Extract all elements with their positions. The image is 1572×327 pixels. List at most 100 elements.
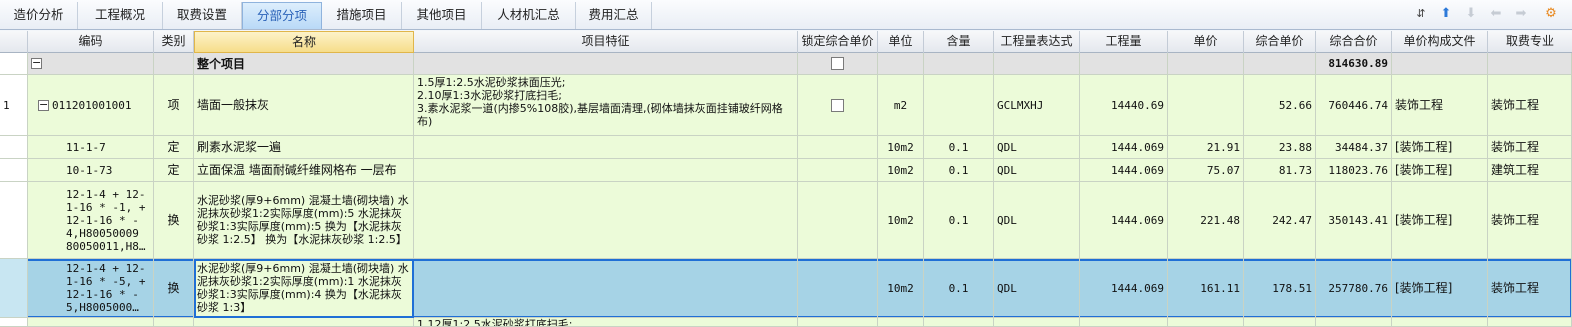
name-cell[interactable]: 刷素水泥浆一遍 — [194, 136, 414, 159]
arrow-down-icon[interactable]: ⬇ — [1462, 5, 1480, 23]
fee-category-cell[interactable]: 装饰工程 — [1488, 136, 1572, 159]
code-cell[interactable]: 10-1-73 — [28, 159, 154, 182]
expression-cell[interactable] — [994, 318, 1080, 327]
tab-other-items[interactable]: 其他项目 — [402, 2, 482, 29]
name-cell[interactable] — [194, 318, 414, 327]
expression-cell[interactable]: QDL — [994, 259, 1080, 318]
feature-cell[interactable]: 1.12厚1:2.5水泥砂浆打底扫毛; — [414, 318, 798, 327]
ratio-cell[interactable] — [924, 318, 994, 327]
arrow-up-icon[interactable]: ⬆ — [1437, 5, 1455, 23]
col-header-unit[interactable]: 单位 — [878, 31, 924, 53]
arrow-right-icon[interactable]: ➡ — [1512, 5, 1530, 23]
table-row[interactable]: 11-1-7 定 刷素水泥浆一遍 10m2 0.1 QDL 1444.069 2… — [0, 136, 1572, 159]
price-file-cell[interactable]: [装饰工程] — [1392, 182, 1488, 259]
fee-category-cell[interactable]: 装饰工程 — [1488, 259, 1572, 318]
fee-category-cell[interactable]: 建筑工程 — [1488, 159, 1572, 182]
col-header-ratio[interactable]: 含量 — [924, 31, 994, 53]
unit-cell[interactable]: 10m2 — [878, 136, 924, 159]
feature-cell[interactable] — [414, 259, 798, 318]
expression-cell[interactable]: QDL — [994, 159, 1080, 182]
col-header-fee-category[interactable]: 取费专业 — [1488, 31, 1572, 53]
col-header-total[interactable]: 综合合价 — [1316, 31, 1392, 53]
table-row-selected[interactable]: 12-1-4 + 12-1-16 * -5, + 12-1-16 * -5,H8… — [0, 259, 1572, 318]
col-header-name[interactable]: 名称 — [194, 31, 414, 53]
fee-category-cell[interactable]: 装饰工程 — [1488, 182, 1572, 259]
price-cell[interactable]: 75.07 — [1168, 159, 1244, 182]
quantity-cell[interactable]: 1444.069 — [1080, 136, 1168, 159]
feature-cell[interactable]: 1.5厚1:2.5水泥砂浆抹面压光; 2.10厚1:3水泥砂浆打底扫毛; 3.素… — [414, 75, 798, 136]
settings-gear-icon[interactable]: ⚙ — [1542, 5, 1560, 23]
col-header-quantity[interactable]: 工程量 — [1080, 31, 1168, 53]
name-cell[interactable]: 立面保温 墙面耐碱纤维网格布 一层布 — [194, 159, 414, 182]
col-header-unit-price[interactable]: 综合单价 — [1244, 31, 1316, 53]
expression-cell[interactable]: QDL — [994, 182, 1080, 259]
feature-cell[interactable] — [414, 182, 798, 259]
price-cell[interactable]: 221.48 — [1168, 182, 1244, 259]
table-row[interactable]: 12-1-4 + 12-1-16 * -1, + 12-1-16 * -4,H8… — [0, 182, 1572, 259]
arrow-left-icon[interactable]: ⬅ — [1487, 5, 1505, 23]
col-header-expression[interactable]: 工程量表达式 — [994, 31, 1080, 53]
sort-icon[interactable]: ⇵ — [1412, 5, 1430, 23]
fee-category-cell[interactable]: 装饰工程 — [1488, 75, 1572, 136]
lock-price-checkbox[interactable] — [831, 57, 844, 70]
tab-project-overview[interactable]: 工程概况 — [78, 2, 163, 29]
code-cell[interactable]: 12-1-4 + 12-1-16 * -5, + 12-1-16 * -5,H8… — [28, 259, 154, 318]
tab-fee-summary[interactable]: 费用汇总 — [576, 2, 652, 29]
unit-price-cell[interactable]: 81.73 — [1244, 159, 1316, 182]
price-cell[interactable] — [1168, 318, 1244, 327]
collapse-toggle-icon[interactable]: − — [38, 99, 49, 111]
col-header-price-file[interactable]: 单价构成文件 — [1392, 31, 1488, 53]
quantity-cell[interactable]: 14440.69 — [1080, 75, 1168, 136]
price-file-cell[interactable]: 装饰工程 — [1392, 75, 1488, 136]
tab-labor-material-summary[interactable]: 人材机汇总 — [482, 2, 576, 29]
name-cell[interactable]: 水泥砂浆(厚9+6mm) 混凝土墙(砌块墙) 水泥抹灰砂浆1:2实际厚度(mm)… — [194, 182, 414, 259]
price-cell[interactable]: 21.91 — [1168, 136, 1244, 159]
unit-cell[interactable] — [878, 318, 924, 327]
col-header-feature[interactable]: 项目特征 — [414, 31, 798, 53]
unit-price-cell[interactable]: 178.51 — [1244, 259, 1316, 318]
expression-cell[interactable]: QDL — [994, 136, 1080, 159]
price-cell[interactable] — [1168, 75, 1244, 136]
table-row[interactable]: 1.12厚1:2.5水泥砂浆打底扫毛; — [0, 318, 1572, 327]
unit-cell[interactable]: 10m2 — [878, 259, 924, 318]
unit-cell[interactable]: 10m2 — [878, 159, 924, 182]
tab-measures[interactable]: 措施项目 — [322, 2, 402, 29]
price-file-cell[interactable]: [装饰工程] — [1392, 259, 1488, 318]
price-cell[interactable]: 161.11 — [1168, 259, 1244, 318]
unit-cell[interactable]: m2 — [878, 75, 924, 136]
col-header-lock-price[interactable]: 锁定综合单价 — [798, 31, 878, 53]
unit-price-cell[interactable]: 23.88 — [1244, 136, 1316, 159]
expression-cell[interactable]: GCLMXHJ — [994, 75, 1080, 136]
code-cell[interactable] — [28, 318, 154, 327]
unit-price-cell[interactable]: 52.66 — [1244, 75, 1316, 136]
quantity-cell[interactable]: 1444.069 — [1080, 159, 1168, 182]
feature-cell[interactable] — [414, 159, 798, 182]
col-header-price[interactable]: 单价 — [1168, 31, 1244, 53]
lock-price-checkbox[interactable] — [831, 98, 844, 112]
ratio-cell[interactable] — [924, 75, 994, 136]
ratio-cell[interactable]: 0.1 — [924, 159, 994, 182]
ratio-cell[interactable]: 0.1 — [924, 259, 994, 318]
col-header-type[interactable]: 类别 — [154, 31, 194, 53]
quantity-cell[interactable] — [1080, 318, 1168, 327]
feature-cell[interactable] — [414, 136, 798, 159]
collapse-toggle-icon[interactable]: − — [31, 57, 42, 69]
ratio-cell[interactable]: 0.1 — [924, 136, 994, 159]
code-cell[interactable]: 11-1-7 — [28, 136, 154, 159]
price-file-cell[interactable]: [装饰工程] — [1392, 136, 1488, 159]
price-file-cell[interactable]: [装饰工程] — [1392, 159, 1488, 182]
unit-cell[interactable]: 10m2 — [878, 182, 924, 259]
table-row[interactable]: 10-1-73 定 立面保温 墙面耐碱纤维网格布 一层布 10m2 0.1 QD… — [0, 159, 1572, 182]
tab-fee-settings[interactable]: 取费设置 — [163, 2, 242, 29]
summary-row[interactable]: − 整个项目 814630.89 — [0, 53, 1572, 75]
name-cell-focused[interactable]: 水泥砂浆(厚9+6mm) 混凝土墙(砌块墙) 水泥抹灰砂浆1:2实际厚度(mm)… — [194, 259, 414, 318]
unit-price-cell[interactable]: 242.47 — [1244, 182, 1316, 259]
unit-price-cell[interactable] — [1244, 318, 1316, 327]
quantity-cell[interactable]: 1444.069 — [1080, 259, 1168, 318]
tab-sub-items[interactable]: 分部分项 — [242, 2, 322, 29]
name-cell[interactable]: 墙面一般抹灰 — [194, 75, 414, 136]
quantity-cell[interactable]: 1444.069 — [1080, 182, 1168, 259]
code-cell[interactable]: 12-1-4 + 12-1-16 * -1, + 12-1-16 * -4,H8… — [28, 182, 154, 259]
fee-category-cell[interactable] — [1488, 318, 1572, 327]
price-file-cell[interactable] — [1392, 318, 1488, 327]
